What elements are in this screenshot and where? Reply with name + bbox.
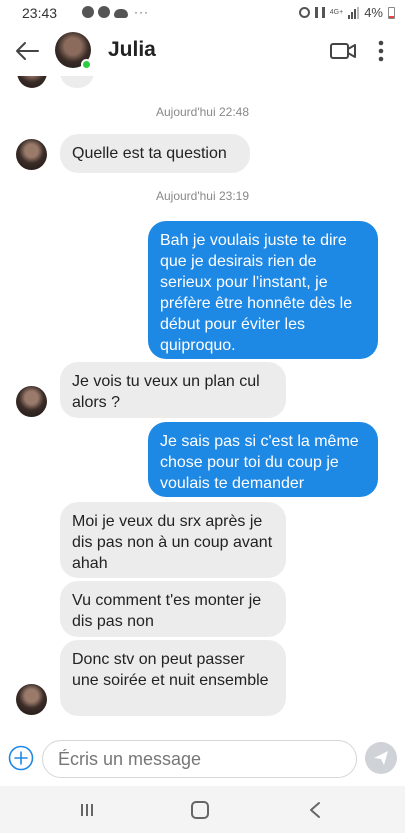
message-composer — [0, 730, 405, 786]
message-bubble-incoming[interactable]: Je vois tu veux un plan cul alors ? — [60, 362, 286, 418]
message-bubble-incoming[interactable]: Vu comment t'es monter je dis pas non — [60, 581, 286, 637]
more-options-icon[interactable] — [377, 40, 385, 62]
contact-avatar — [17, 76, 47, 88]
message-bubble-outgoing[interactable]: Bah je voulais juste te dire que je desi… — [148, 221, 378, 359]
contact-avatar — [16, 139, 47, 170]
message-bubble-outgoing[interactable]: Je sais pas si c'est la même chose pour … — [148, 422, 378, 497]
recent-apps-icon[interactable] — [79, 802, 95, 818]
message-bubble-partial — [60, 76, 94, 88]
message-list[interactable]: Aujourd'hui 22:48 Quelle est ta question… — [0, 76, 405, 730]
message-input[interactable] — [42, 740, 357, 778]
status-bar: 23:43 ··· 4G+ 4% — [0, 0, 405, 26]
messenger-icon — [98, 6, 110, 18]
back-arrow-icon[interactable] — [14, 39, 40, 63]
status-time: 23:43 — [22, 5, 58, 21]
message-bubble-incoming[interactable]: Quelle est ta question — [60, 134, 250, 173]
home-icon[interactable] — [191, 801, 209, 819]
more-notifications: ··· — [134, 5, 149, 19]
system-icons: 4G+ 4% — [298, 5, 395, 20]
cloud-icon — [114, 8, 128, 18]
message-bubble-incoming[interactable]: Moi je veux du srx après je dis pas non … — [60, 502, 286, 578]
send-button[interactable] — [365, 742, 397, 774]
chat-header: Julia — [0, 26, 405, 76]
video-call-icon[interactable] — [330, 41, 356, 61]
battery-icon — [388, 6, 395, 19]
contact-avatar — [16, 386, 47, 417]
contact-name[interactable]: Julia — [108, 38, 156, 62]
battery-level: 4% — [364, 5, 383, 20]
mute-icon — [314, 7, 325, 18]
message-bubble-incoming[interactable]: Donc stv on peut passer une soirée et nu… — [60, 640, 286, 716]
signal-icon — [348, 6, 360, 19]
online-status-icon — [81, 59, 92, 70]
add-attachment-icon[interactable] — [8, 745, 34, 771]
back-icon[interactable] — [308, 801, 322, 819]
system-navigation-bar — [0, 786, 405, 833]
send-icon — [374, 751, 388, 765]
messenger-icon — [82, 6, 94, 18]
notification-icons: ··· — [82, 5, 149, 19]
contact-avatar — [16, 684, 47, 715]
alarm-icon — [298, 7, 310, 18]
timestamp: Aujourd'hui 22:48 — [155, 105, 250, 119]
network-type: 4G+ — [329, 9, 344, 16]
timestamp: Aujourd'hui 23:19 — [155, 189, 250, 203]
